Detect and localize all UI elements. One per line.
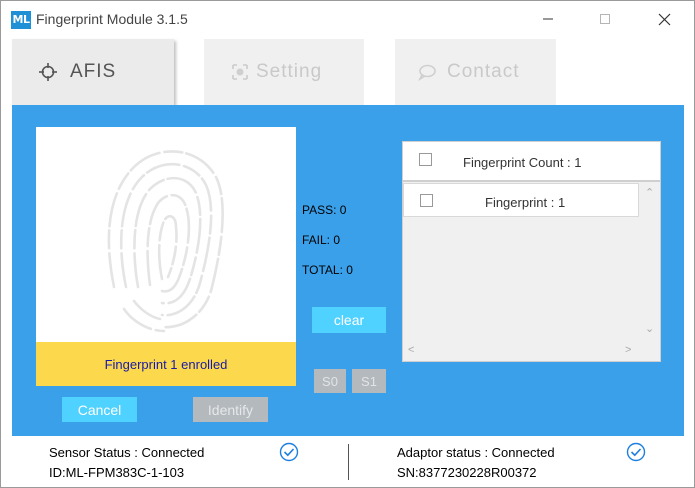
fail-count: FAIL: 0 [302,233,341,247]
fingerprint-icon [107,150,224,333]
minimize-button[interactable] [525,5,571,33]
scroll-up-icon[interactable]: ⌃ [645,186,654,199]
window-title: Fingerprint Module 3.1.5 [36,11,188,27]
fingerprint-image-area [36,127,296,342]
scroll-left-icon[interactable]: < [408,344,414,356]
total-count: TOTAL: 0 [302,263,353,277]
close-icon [658,13,670,25]
s0-button[interactable]: S0 [314,369,346,393]
tab-afis[interactable]: AFIS [12,39,174,105]
title-bar: ML Fingerprint Module 3.1.5 [1,1,694,37]
status-divider [348,444,349,480]
tab-afis-label: AFIS [70,61,117,82]
cancel-button[interactable]: Cancel [62,397,137,422]
settings-icon [232,64,248,80]
scroll-right-icon[interactable]: > [625,344,631,356]
select-all-checkbox[interactable] [419,153,432,166]
crosshair-icon [39,63,57,81]
sensor-connected-check-icon [279,442,299,462]
close-button[interactable] [641,5,687,33]
fingerprint-list: Fingerprint : 1 ⌃ ⌄ < > [402,181,661,362]
afis-panel: Fingerprint 1 enrolled PASS: 0 FAIL: 0 T… [12,105,684,436]
vertical-scrollbar[interactable]: ⌃ ⌄ [640,182,660,342]
list-item[interactable]: Fingerprint : 1 [403,183,639,217]
maximize-button[interactable] [582,5,628,33]
adaptor-status: Adaptor status : Connected [397,445,555,460]
chat-bubble-icon [418,64,436,82]
tab-setting-label: Setting [256,61,323,82]
sensor-status: Sensor Status : Connected [49,445,205,460]
list-item-label: Fingerprint : 1 [485,195,566,210]
adaptor-sn: SN:8377230228R00372 [397,465,537,480]
list-item-checkbox[interactable] [420,194,433,207]
pass-count: PASS: 0 [302,203,347,217]
sensor-id: ID:ML-FPM383C-1-103 [49,465,185,480]
clear-button[interactable]: clear [312,307,386,333]
s1-button[interactable]: S1 [352,369,386,393]
app-window: ML Fingerprint Module 3.1.5 AFIS Setting [0,0,695,488]
app-logo-icon: ML [11,11,31,29]
fingerprint-status-bar: Fingerprint 1 enrolled [36,342,296,386]
adaptor-connected-check-icon [626,442,646,462]
maximize-icon [600,14,610,24]
identify-button[interactable]: Identify [193,397,268,422]
tab-contact-label: Contact [447,61,520,82]
fingerprint-count-label: Fingerprint Count : 1 [463,155,582,170]
fingerprint-count-header: Fingerprint Count : 1 [402,141,661,181]
tab-setting[interactable]: Setting [204,39,364,105]
minimize-icon [543,18,553,20]
scroll-down-icon[interactable]: ⌄ [645,322,654,335]
horizontal-scrollbar[interactable]: < > [403,342,640,361]
tab-contact[interactable]: Contact [395,39,556,105]
